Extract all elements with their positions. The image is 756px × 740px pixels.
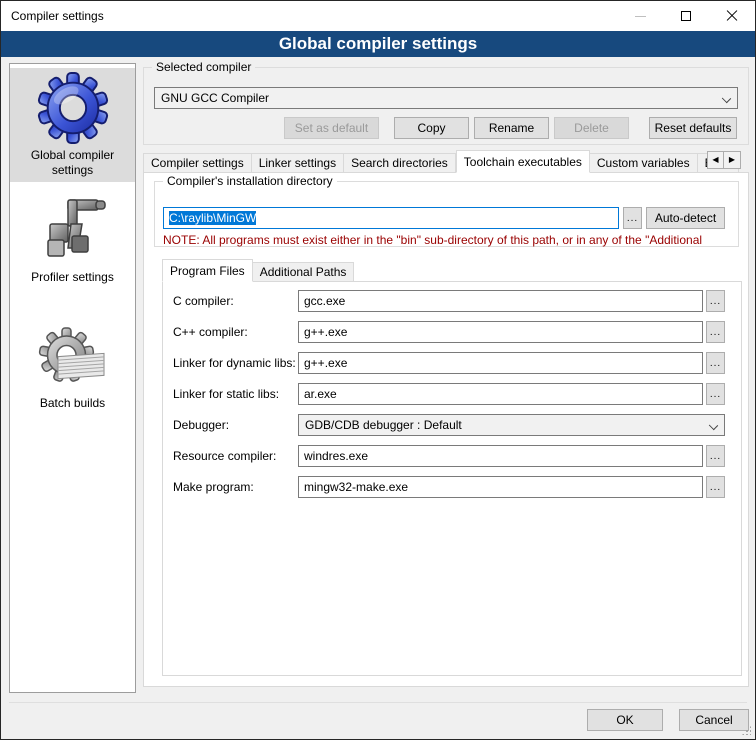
caliper-icon xyxy=(38,196,108,266)
cancel-button[interactable]: Cancel xyxy=(679,709,749,731)
blue-gear-icon xyxy=(36,72,110,144)
tab-linker-settings[interactable]: Linker settings xyxy=(252,153,344,173)
tab-custom-variables[interactable]: Custom variables xyxy=(590,153,698,173)
program-files-page: C compiler: gcc.exe ... C++ compiler: g+… xyxy=(162,281,742,676)
resource-compiler-value: windres.exe xyxy=(304,449,368,463)
compiler-settings-tabstrip: Compiler settings Linker settings Search… xyxy=(143,150,749,173)
delete-button[interactable]: Delete xyxy=(554,117,629,139)
make-program-label: Make program: xyxy=(173,476,254,498)
resource-compiler-input[interactable]: windres.exe xyxy=(298,445,703,467)
bin-subdirectory-note: NOTE: All programs must exist either in … xyxy=(163,233,736,247)
close-button[interactable] xyxy=(709,1,755,31)
chevron-down-icon xyxy=(709,421,718,430)
linker-dynamic-browse-button[interactable]: ... xyxy=(706,352,725,374)
debugger-label: Debugger: xyxy=(173,414,229,436)
window-title: Compiler settings xyxy=(11,1,104,31)
linker-dynamic-label: Linker for dynamic libs: xyxy=(173,352,296,374)
selected-compiler-group-title: Selected compiler xyxy=(152,60,255,75)
compiler-settings-dialog: Compiler settings Global compiler settin… xyxy=(0,0,756,740)
resource-compiler-browse-button[interactable]: ... xyxy=(706,445,725,467)
close-icon xyxy=(726,10,738,22)
linker-static-label: Linker for static libs: xyxy=(173,383,279,405)
sidebar-item-profiler-settings[interactable]: Profiler settings xyxy=(10,192,135,292)
linker-dynamic-value: g++.exe xyxy=(304,356,347,370)
resource-compiler-label: Resource compiler: xyxy=(173,445,276,467)
selected-compiler-dropdown[interactable]: GNU GCC Compiler xyxy=(154,87,738,109)
selected-compiler-group: Selected compiler GNU GCC Compiler Set a… xyxy=(143,67,749,145)
c-compiler-input[interactable]: gcc.exe xyxy=(298,290,703,312)
tab-scroll-right-button[interactable]: ▶ xyxy=(724,151,741,169)
minimize-icon xyxy=(635,16,646,17)
debugger-dropdown[interactable]: GDB/CDB debugger : Default xyxy=(298,414,725,436)
selected-compiler-value: GNU GCC Compiler xyxy=(161,91,269,105)
tab-search-directories[interactable]: Search directories xyxy=(344,153,456,173)
maximize-icon xyxy=(681,11,691,21)
cpp-compiler-browse-button[interactable]: ... xyxy=(706,321,725,343)
sidebar-item-label: Profiler settings xyxy=(18,270,128,285)
gray-gear-stack-icon xyxy=(38,322,108,392)
sidebar-item-global-compiler-settings[interactable]: Global compiler settings xyxy=(10,68,135,182)
chevron-down-icon xyxy=(722,94,731,103)
cpp-compiler-value: g++.exe xyxy=(304,325,347,339)
make-program-value: mingw32-make.exe xyxy=(304,480,408,494)
settings-category-list: Global compiler settings xyxy=(9,63,136,693)
tab-compiler-settings[interactable]: Compiler settings xyxy=(143,153,252,173)
footer-divider xyxy=(9,702,747,703)
c-compiler-value: gcc.exe xyxy=(304,294,345,308)
sidebar-item-label: Global compiler settings xyxy=(23,148,123,178)
installation-directory-browse-button[interactable]: ... xyxy=(623,207,642,229)
debugger-value: GDB/CDB debugger : Default xyxy=(305,418,462,432)
title-bar: Compiler settings xyxy=(1,1,755,31)
ok-button[interactable]: OK xyxy=(587,709,663,731)
linker-dynamic-input[interactable]: g++.exe xyxy=(298,352,703,374)
reset-defaults-button[interactable]: Reset defaults xyxy=(649,117,737,139)
cpp-compiler-input[interactable]: g++.exe xyxy=(298,321,703,343)
copy-button[interactable]: Copy xyxy=(394,117,469,139)
auto-detect-button[interactable]: Auto-detect xyxy=(646,207,725,229)
toolchain-executables-page: Compiler's installation directory C:\ray… xyxy=(143,172,749,687)
installation-directory-group: Compiler's installation directory C:\ray… xyxy=(154,181,739,247)
tab-scroll-left-button[interactable]: ◀ xyxy=(707,151,724,169)
tab-additional-paths[interactable]: Additional Paths xyxy=(253,262,355,282)
minimize-button[interactable] xyxy=(617,1,663,31)
cpp-compiler-label: C++ compiler: xyxy=(173,321,248,343)
linker-static-value: ar.exe xyxy=(304,387,337,401)
dialog-banner: Global compiler settings xyxy=(1,31,755,57)
linker-static-browse-button[interactable]: ... xyxy=(706,383,725,405)
maximize-button[interactable] xyxy=(663,1,709,31)
set-as-default-button[interactable]: Set as default xyxy=(284,117,379,139)
sidebar-item-label: Batch builds xyxy=(18,396,128,411)
c-compiler-browse-button[interactable]: ... xyxy=(706,290,725,312)
sidebar-item-batch-builds[interactable]: Batch builds xyxy=(10,318,135,418)
installation-directory-value: C:\raylib\MinGW xyxy=(169,211,256,225)
rename-button[interactable]: Rename xyxy=(474,117,549,139)
program-files-tabstrip: Program Files Additional Paths xyxy=(162,259,742,282)
make-program-input[interactable]: mingw32-make.exe xyxy=(298,476,703,498)
installation-directory-input[interactable]: C:\raylib\MinGW xyxy=(163,207,619,229)
linker-static-input[interactable]: ar.exe xyxy=(298,383,703,405)
c-compiler-label: C compiler: xyxy=(173,290,234,312)
tab-toolchain-executables[interactable]: Toolchain executables xyxy=(456,150,590,173)
installation-directory-group-title: Compiler's installation directory xyxy=(163,174,337,189)
tab-program-files[interactable]: Program Files xyxy=(162,259,253,282)
make-program-browse-button[interactable]: ... xyxy=(706,476,725,498)
